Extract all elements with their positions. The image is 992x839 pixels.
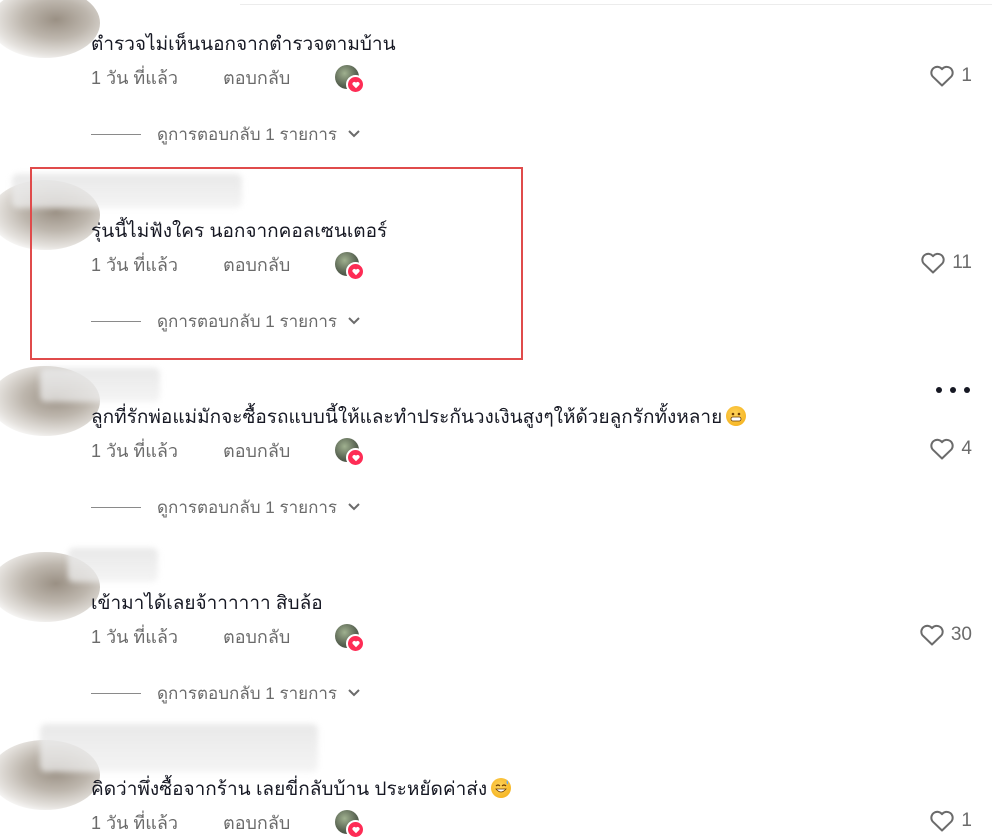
comment-time: 1 วัน ที่แล้ว [91,626,179,647]
reply-button[interactable]: ตอบกลับ [223,436,335,465]
like-button[interactable]: 4 [929,435,972,463]
comment-time: 1 วัน ที่แล้ว [91,812,179,833]
username-blurred [40,724,318,772]
reply-button[interactable]: ตอบกลับ [223,63,335,92]
comment-meta: 1 วัน ที่แล้ว ตอบกลับ [91,436,365,467]
grinning-face-emoji [726,406,747,426]
view-replies-label: ดูการตอบกลับ 1 รายการ [157,683,338,703]
heart-badge-icon [346,634,365,653]
top-divider [240,4,992,5]
comment-time: 1 วัน ที่แล้ว [91,440,179,461]
like-button[interactable]: 30 [919,621,972,649]
heart-icon [930,65,955,87]
chevron-down-icon [348,503,360,511]
heart-icon [921,252,945,274]
creator-liked-avatar [335,810,365,839]
comment-meta: 1 วัน ที่แล้ว ตอบกลับ [91,808,365,839]
like-count: 11 [952,252,972,273]
comment-text: คิดว่าพึ่งซื้อจากร้าน เลยขี่กลับบ้าน ประ… [91,778,512,802]
replies-divider [91,506,141,508]
like-count: 1 [961,810,972,831]
view-replies-label: ดูการตอบกลับ 1 รายการ [157,497,338,517]
username-blurred [68,548,158,582]
comment-text-content: ลูกที่รักพ่อแม่มักจะซื้อรถแบบนี้ให้และทำ… [91,407,723,428]
replies-divider [91,692,141,694]
heart-badge-icon [346,448,365,467]
view-replies-button[interactable]: ดูการตอบกลับ 1 รายการ [91,495,361,519]
like-count: 4 [961,438,972,459]
view-replies-button[interactable]: ดูการตอบกลับ 1 รายการ [91,122,361,146]
comment-text: ตำรวจไม่เห็นนอกจากตำรวจตามบ้าน [91,34,396,55]
heart-badge-icon [346,75,365,94]
creator-liked-avatar [335,438,365,467]
comment-text: ลูกที่รักพ่อแม่มักจะซื้อรถแบบนี้ให้และทำ… [91,406,747,430]
like-count: 30 [950,624,972,645]
view-replies-label: ดูการตอบกลับ 1 รายการ [157,124,338,144]
heart-icon [930,810,955,832]
comment-text-content: คิดว่าพึ่งซื้อจากร้าน เลยขี่กลับบ้าน ประ… [91,779,488,800]
reply-button[interactable]: ตอบกลับ [223,808,335,837]
comment-time: 1 วัน ที่แล้ว [91,67,179,88]
more-dot-icon [936,387,942,393]
chevron-down-icon [348,130,360,138]
replies-divider [91,133,141,135]
like-button[interactable]: 1 [929,62,972,90]
heart-icon [920,624,944,646]
more-dot-icon [950,387,956,393]
more-dot-icon [964,387,970,393]
highlight-box [30,167,523,360]
sweat-smile-emoji [491,778,512,798]
more-options-button[interactable] [936,381,970,399]
creator-liked-avatar [335,65,365,94]
heart-badge-icon [346,820,365,839]
chevron-down-icon [348,689,360,697]
reply-button[interactable]: ตอบกลับ [223,622,335,651]
view-replies-button[interactable]: ดูการตอบกลับ 1 รายการ [91,681,361,705]
avatar[interactable] [0,0,100,58]
comment-text: เข้ามาได้เลยจ้าาาาาา สิบล้อ [91,593,323,614]
creator-liked-avatar [335,624,365,653]
comment-meta: 1 วัน ที่แล้ว ตอบกลับ [91,622,365,653]
comment-meta: 1 วัน ที่แล้ว ตอบกลับ [91,63,365,94]
like-count: 1 [961,65,972,86]
like-button[interactable]: 11 [920,249,972,277]
like-button[interactable]: 1 [929,807,972,835]
username-blurred [40,368,160,402]
heart-icon [930,438,955,460]
